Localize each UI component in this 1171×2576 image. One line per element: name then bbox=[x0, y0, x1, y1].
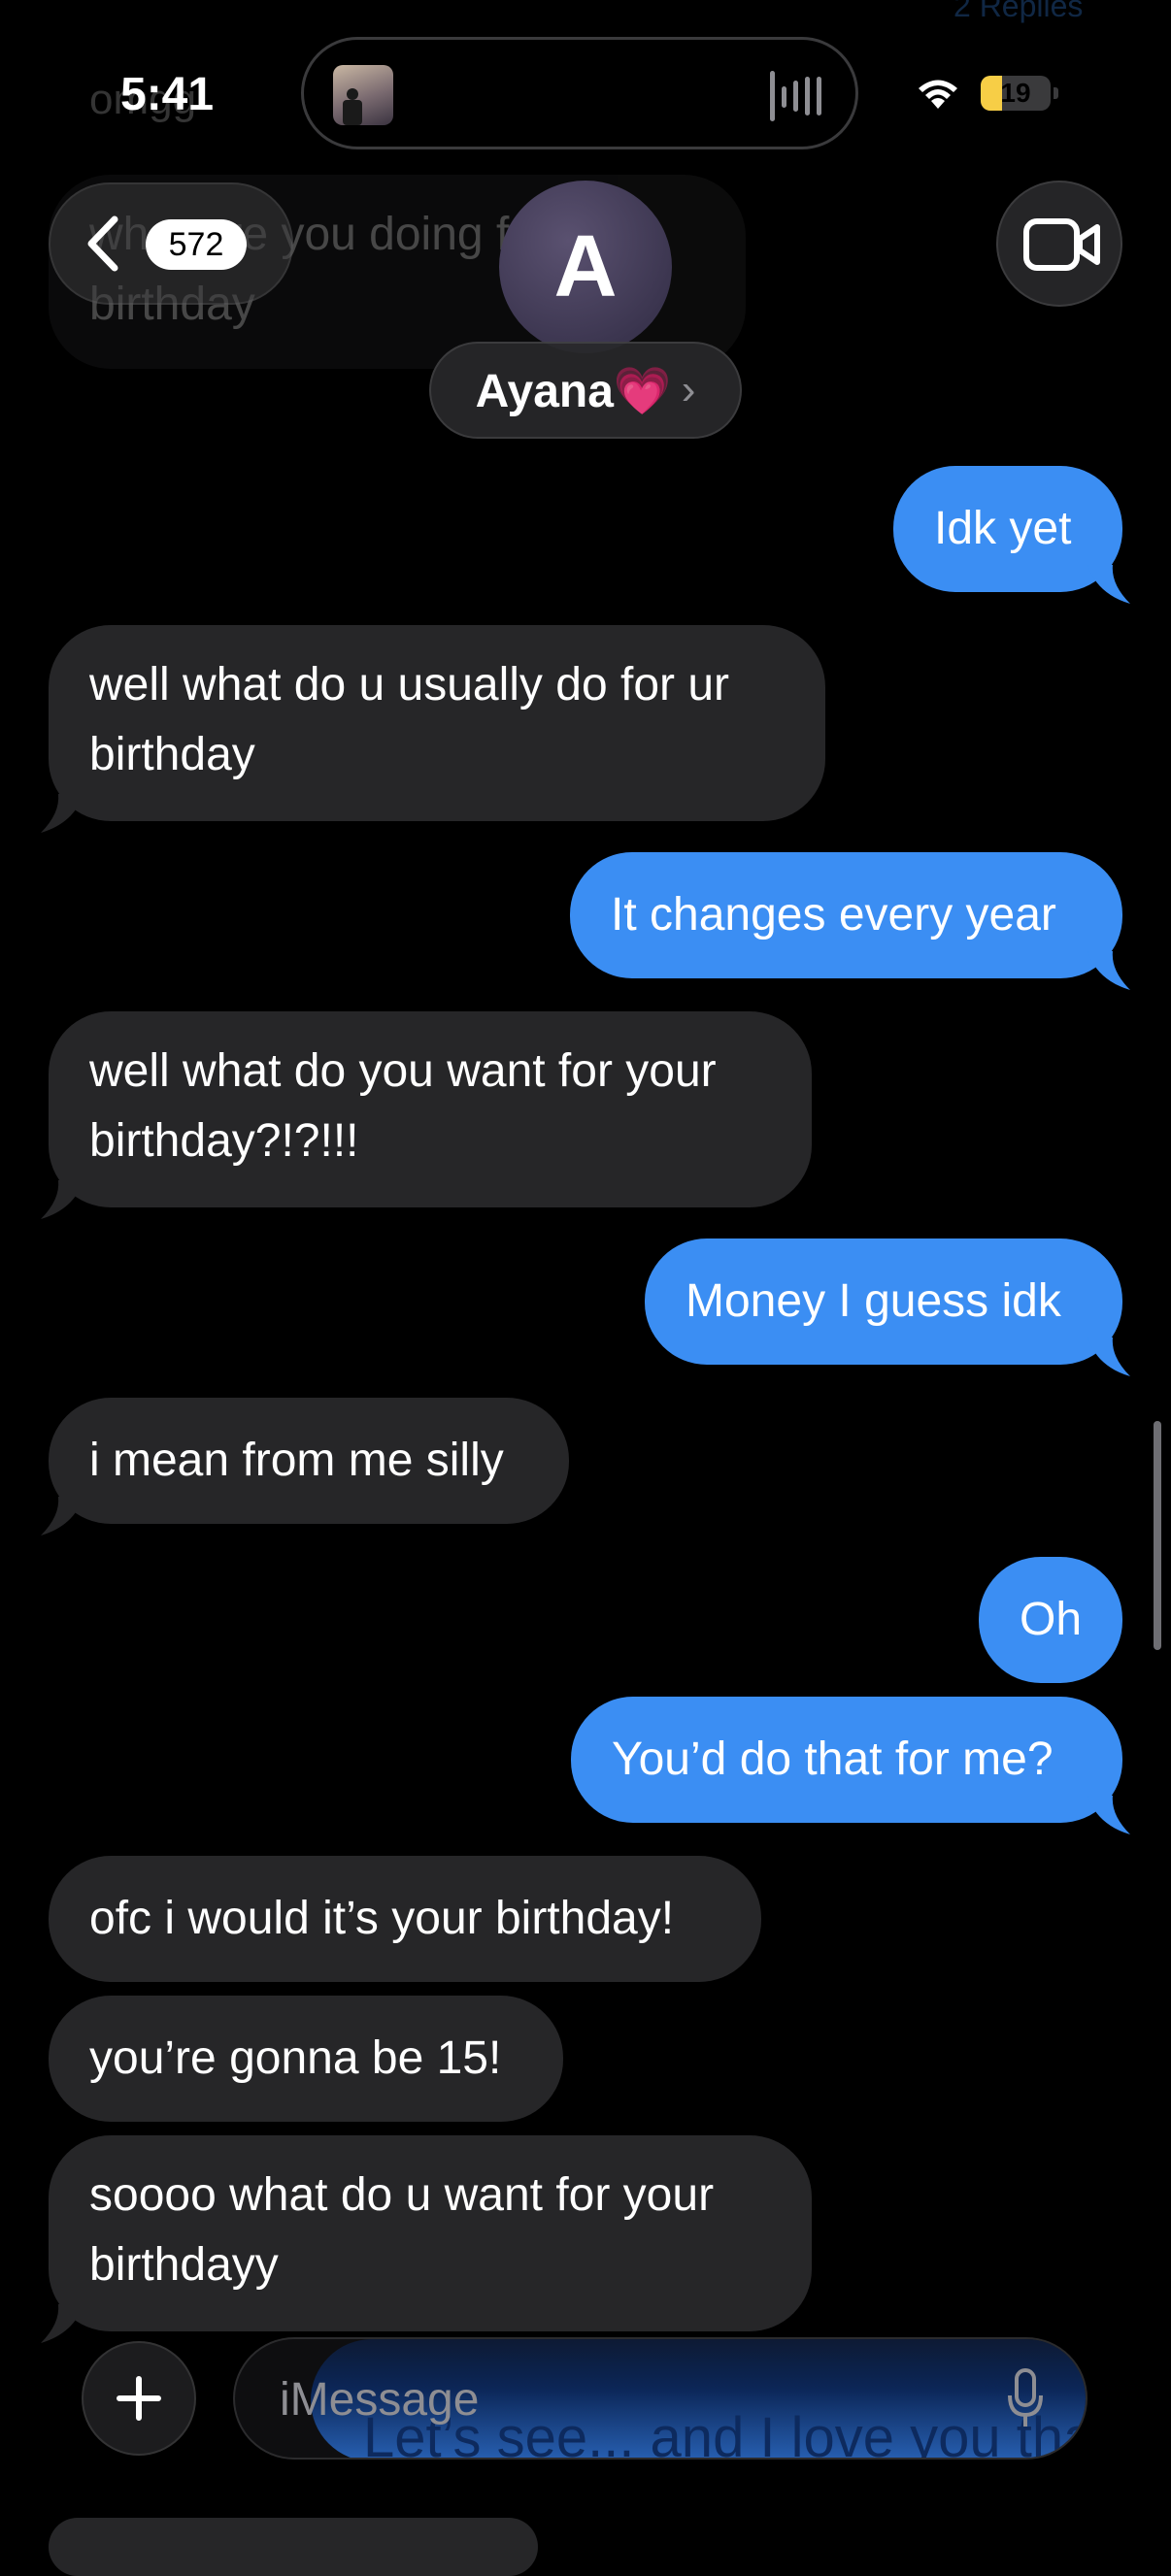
message-input[interactable]: Let’s see... and I love you thank iMessa… bbox=[233, 2337, 1087, 2460]
wifi-icon bbox=[919, 80, 957, 109]
message-text: Idk yet bbox=[934, 503, 1072, 554]
message-text: Oh bbox=[1020, 1594, 1083, 1645]
partial-received-bubble bbox=[49, 2518, 538, 2576]
sent-message[interactable]: It changes every year bbox=[570, 852, 1130, 990]
received-message[interactable]: ofc i would it’s your birthday! bbox=[49, 1856, 761, 1982]
apps-plus-button[interactable] bbox=[82, 2341, 196, 2456]
facetime-button[interactable] bbox=[996, 181, 1122, 307]
battery-nub bbox=[1054, 87, 1058, 99]
sent-message[interactable]: Idk yet bbox=[893, 466, 1130, 604]
sent-message[interactable]: Money I guess idk bbox=[645, 1238, 1130, 1376]
input-placeholder: iMessage bbox=[280, 2374, 480, 2426]
message-text: well what do you want for your birthday?… bbox=[89, 1045, 717, 1167]
album-art-thumbnail bbox=[333, 65, 393, 125]
received-message[interactable]: well what do u usually do for ur birthda… bbox=[41, 625, 825, 833]
bubble-tail bbox=[1087, 1796, 1130, 1834]
ghost-replies-label: 2 Replies bbox=[954, 0, 1084, 23]
message-text: ofc i would it’s your birthday! bbox=[89, 1893, 675, 1944]
message-text: i mean from me silly bbox=[89, 1435, 504, 1486]
status-time: 5:41 bbox=[120, 69, 215, 120]
contact-name-pill[interactable]: Ayana💗 › bbox=[429, 342, 742, 439]
message-text: you’re gonna be 15! bbox=[89, 2032, 502, 2084]
unread-count-badge: 572 bbox=[146, 219, 247, 270]
audio-waveform-icon bbox=[770, 71, 821, 121]
message-text: Money I guess idk bbox=[686, 1275, 1061, 1327]
bubble-tail bbox=[41, 1180, 84, 1219]
bubble-tail bbox=[1087, 565, 1130, 604]
battery-icon: 19 bbox=[981, 76, 1051, 111]
chevron-right-icon: › bbox=[681, 366, 696, 413]
sent-message[interactable]: Oh bbox=[979, 1557, 1122, 1683]
video-camera-icon bbox=[1023, 218, 1100, 271]
received-message[interactable]: you’re gonna be 15! bbox=[49, 1996, 563, 2122]
contact-avatar[interactable]: A bbox=[499, 181, 672, 353]
plus-icon bbox=[117, 2376, 161, 2421]
received-message[interactable]: i mean from me silly bbox=[41, 1398, 569, 1536]
message-text: It changes every year bbox=[611, 889, 1056, 941]
chevron-left-icon bbox=[87, 215, 118, 272]
message-text: well what do u usually do for ur birthda… bbox=[89, 659, 730, 780]
back-button[interactable]: 572 bbox=[49, 182, 293, 305]
microphone-icon[interactable] bbox=[1006, 2368, 1045, 2430]
bubble-tail bbox=[41, 1497, 84, 1536]
message-text: You’d do that for me? bbox=[612, 1734, 1054, 1785]
battery-level: 19 bbox=[1000, 78, 1031, 108]
bubble-tail bbox=[41, 794, 84, 833]
received-message[interactable]: well what do you want for your birthday?… bbox=[41, 1011, 812, 1219]
bubble-tail bbox=[1087, 951, 1130, 990]
bubble-tail bbox=[1087, 1338, 1130, 1376]
avatar-initial: A bbox=[553, 218, 618, 315]
dynamic-island[interactable] bbox=[301, 37, 858, 149]
received-message[interactable]: soooo what do u want for your birthdayy bbox=[41, 2135, 812, 2343]
contact-name: Ayana💗 bbox=[475, 365, 672, 417]
sent-message[interactable]: You’d do that for me? bbox=[571, 1697, 1130, 1834]
bubble-tail bbox=[41, 2304, 84, 2343]
scroll-indicator[interactable] bbox=[1154, 1421, 1161, 1650]
message-text: soooo what do u want for your birthdayy bbox=[89, 2169, 715, 2291]
